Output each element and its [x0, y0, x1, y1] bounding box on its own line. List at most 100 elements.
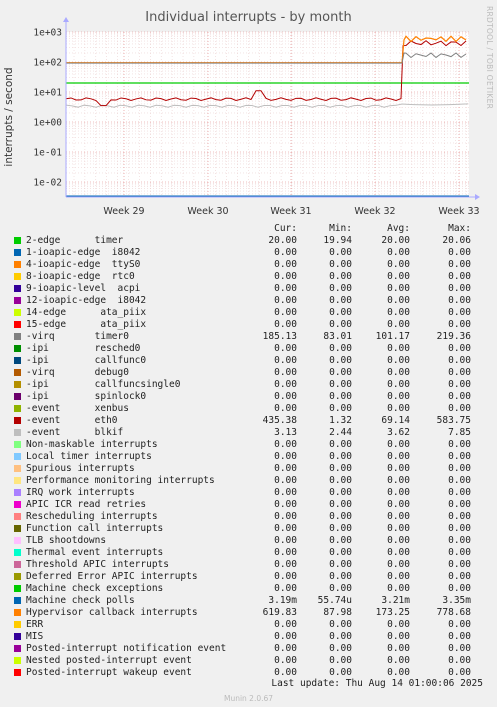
legend-min-value: 0.00: [329, 283, 352, 294]
legend-avg-value: 0.00: [387, 271, 410, 282]
legend-cur-value: 0.00: [274, 619, 297, 630]
legend-min-value: 0.00: [329, 667, 352, 678]
legend-cur-value: 0.00: [274, 511, 297, 522]
legend-min-value: 0.00: [329, 307, 352, 318]
legend-cur-value: 0.00: [274, 475, 297, 486]
legend-header-cur: Cur:: [274, 223, 297, 234]
legend-label: 12-ioapic-edge i8042: [26, 295, 147, 306]
legend-max-value: 7.85: [448, 427, 471, 438]
y-tick-label: 1e+02: [33, 58, 62, 69]
legend-cur-value: 20.00: [268, 235, 297, 246]
legend-avg-value: 0.00: [387, 283, 410, 294]
legend-swatch: [14, 333, 21, 340]
legend-avg-value: 0.00: [387, 559, 410, 570]
legend-swatch: [14, 297, 21, 304]
legend-row: 12-ioapic-edge i8042 0.00 0.00 0.00 0.00: [14, 295, 489, 307]
legend-avg-value: 0.00: [387, 439, 410, 450]
legend-swatch: [14, 273, 21, 280]
legend-swatch: [14, 381, 21, 388]
legend-avg-value: 0.00: [387, 631, 410, 642]
legend-label: IRQ work interrupts: [26, 487, 135, 498]
legend-label: Machine check polls: [26, 595, 135, 606]
legend-swatch: [14, 525, 21, 532]
legend-swatch: [14, 309, 21, 316]
legend-swatch: [14, 441, 21, 448]
legend-row: 14-edge ata_piix 0.00 0.00 0.00 0.00: [14, 307, 489, 319]
legend-avg-value: 0.00: [387, 547, 410, 558]
legend-row: 15-edge ata_piix 0.00 0.00 0.00 0.00: [14, 319, 489, 331]
legend-swatch: [14, 393, 21, 400]
legend-label: Thermal event interrupts: [26, 547, 164, 558]
plot-background: [66, 32, 469, 197]
legend-label: 2-edge timer: [26, 235, 124, 246]
legend-min-value: 2.44: [329, 427, 352, 438]
legend-label: 4-ioapic-edge ttyS0: [26, 259, 141, 270]
legend-min-value: 0.00: [329, 523, 352, 534]
legend-max-value: 0.00: [448, 319, 471, 330]
legend-max-value: 0.00: [448, 583, 471, 594]
legend-cur-value: 0.00: [274, 343, 297, 354]
legend-cur-value: 0.00: [274, 295, 297, 306]
legend-label: -ipi callfuncsingle0: [26, 379, 181, 390]
y-tick-label: 1e+03: [33, 28, 62, 39]
legend-max-value: 0.00: [448, 487, 471, 498]
legend-label: -event xenbus: [26, 403, 129, 414]
legend-min-value: 0.00: [329, 391, 352, 402]
chart-plot: 1e-02 1e-01 1e+00 1e+01 1e+02 1e+03 Week 29 Wee…: [33, 17, 480, 217]
legend-label: Threshold APIC interrupts: [26, 559, 169, 570]
legend-min-value: 0.00: [329, 655, 352, 666]
legend-row: ERR 0.00 0.00 0.00 0.00: [14, 619, 489, 631]
legend-max-value: 0.00: [448, 475, 471, 486]
legend-min-value: 0.00: [329, 643, 352, 654]
legend-avg-value: 0.00: [387, 379, 410, 390]
legend-cur-value: 0.00: [274, 643, 297, 654]
legend-avg-value: 0.00: [387, 583, 410, 594]
x-tick-label: Week 32: [354, 206, 395, 217]
legend-swatch: [14, 237, 21, 244]
legend-cur-value: 0.00: [274, 631, 297, 642]
legend-max-value: 0.00: [448, 439, 471, 450]
legend-min-value: 19.94: [323, 235, 352, 246]
legend-swatch: [14, 285, 21, 292]
legend-swatch: [14, 477, 21, 484]
legend-avg-value: 0.00: [387, 343, 410, 354]
legend-label: Local timer interrupts: [26, 451, 152, 462]
legend-max-value: 0.00: [448, 355, 471, 366]
legend-label: -virq debug0: [26, 367, 129, 378]
legend-swatch: [14, 645, 21, 652]
legend-max-value: 0.00: [448, 559, 471, 570]
legend-min-value: 0.00: [329, 463, 352, 474]
legend-cur-value: 0.00: [274, 391, 297, 402]
legend-label: APIC ICR read retries: [26, 499, 147, 510]
legend-cur-value: 0.00: [274, 283, 297, 294]
legend-swatch: [14, 549, 21, 556]
legend-label: -ipi resched0: [26, 343, 141, 354]
legend-avg-value: 0.00: [387, 511, 410, 522]
legend-label: Spurious interrupts: [26, 463, 135, 474]
legend-swatch: [14, 321, 21, 328]
legend-label: -ipi callfunc0: [26, 355, 147, 366]
legend-label: Nested posted-interrupt event: [26, 655, 192, 666]
last-update: Last update: Thu Aug 14 01:00:06 2025: [271, 678, 483, 689]
legend-avg-value: 3.21m: [381, 595, 410, 606]
legend-avg-value: 3.62: [387, 427, 410, 438]
legend-swatch: [14, 249, 21, 256]
legend-cur-value: 0.00: [274, 403, 297, 414]
legend-swatch: [14, 621, 21, 628]
legend-min-value: 0.00: [329, 451, 352, 462]
legend-swatch: [14, 465, 21, 472]
legend-max-value: 0.00: [448, 667, 471, 678]
legend-max-value: 0.00: [448, 451, 471, 462]
legend-min-value: 0.00: [329, 247, 352, 258]
legend-min-value: 55.74u: [317, 595, 352, 606]
legend-label: Performance monitoring interrupts: [26, 475, 215, 486]
legend-row: Function call interrupts 0.00 0.00 0.00 0.00: [14, 523, 489, 535]
legend-label: Hypervisor callback interrupts: [26, 607, 198, 618]
legend-label: 15-edge ata_piix: [26, 319, 147, 330]
y-tick-label: 1e-01: [33, 148, 62, 159]
legend-min-value: 87.98: [323, 607, 352, 618]
legend-avg-value: 0.00: [387, 367, 410, 378]
legend-swatch: [14, 489, 21, 496]
legend-avg-value: 0.00: [387, 403, 410, 414]
legend-cur-value: 619.83: [262, 607, 297, 618]
